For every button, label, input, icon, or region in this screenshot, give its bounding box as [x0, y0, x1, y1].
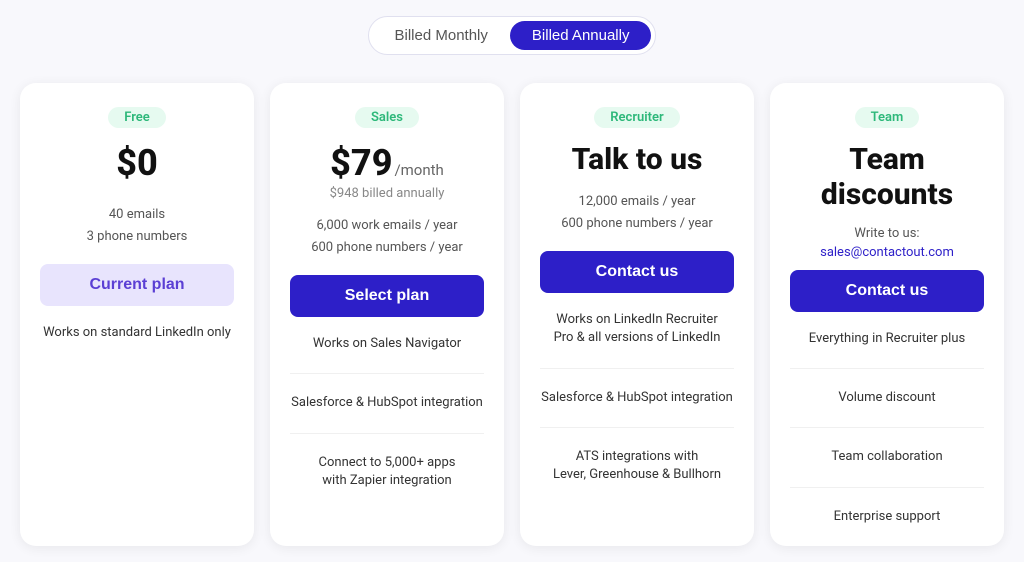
- feature-divider: [540, 427, 734, 428]
- plan-price-sales: $79/month: [330, 142, 444, 184]
- plan-limits-sales: 6,000 work emails / year600 phone number…: [311, 215, 463, 259]
- feature-divider: [540, 368, 734, 369]
- plan-badge-sales: Sales: [355, 107, 419, 128]
- plan-limits-free: 40 emails3 phone numbers: [87, 204, 188, 248]
- plan-features-team: Everything in Recruiter plus Volume disco…: [790, 330, 984, 526]
- plan-features-recruiter: Works on LinkedIn RecruiterPro & all ver…: [540, 311, 734, 484]
- contact-email-link[interactable]: sales@contactout.com: [820, 245, 954, 260]
- plan-feature-team-1: Volume discount: [790, 389, 984, 407]
- plan-features-free: Works on standard LinkedIn only: [40, 324, 234, 342]
- plan-button-sales[interactable]: Select plan: [290, 275, 484, 317]
- feature-divider: [790, 487, 984, 488]
- plan-features-sales: Works on Sales Navigator Salesforce & Hub…: [290, 335, 484, 490]
- feature-divider: [290, 373, 484, 374]
- plan-badge-recruiter: Recruiter: [594, 107, 679, 128]
- plan-card-team: Team Team discounts Write to us: sales@cont…: [770, 83, 1004, 546]
- plan-button-recruiter[interactable]: Contact us: [540, 251, 734, 293]
- plan-price-sub-sales: $948 billed annually: [330, 186, 445, 201]
- plan-badge-team: Team: [855, 107, 920, 128]
- plan-badge-free: Free: [108, 107, 166, 128]
- plan-feature-sales-1: Salesforce & HubSpot integration: [290, 394, 484, 412]
- billing-monthly-button[interactable]: Billed Monthly: [373, 21, 510, 50]
- feature-divider: [790, 368, 984, 369]
- plan-card-sales: Sales $79/month $948 billed annually 6,00…: [270, 83, 504, 546]
- plan-price-free: $0: [116, 142, 158, 184]
- plans-grid: Free $0 40 emails3 phone numbers Current …: [20, 83, 1004, 546]
- plan-card-free: Free $0 40 emails3 phone numbers Current …: [20, 83, 254, 546]
- plan-feature-team-2: Team collaboration: [790, 448, 984, 466]
- plan-card-recruiter: Recruiter Talk to us 12,000 emails / year6…: [520, 83, 754, 546]
- billing-annually-button[interactable]: Billed Annually: [510, 21, 652, 50]
- feature-divider: [290, 433, 484, 434]
- billing-toggle: Billed Monthly Billed Annually: [368, 16, 657, 55]
- plan-feature-free-0: Works on standard LinkedIn only: [40, 324, 234, 342]
- plan-feature-recruiter-2: ATS integrations withLever, Greenhouse &…: [540, 448, 734, 484]
- plan-feature-sales-2: Connect to 5,000+ appswith Zapier integr…: [290, 454, 484, 490]
- plan-price-talk-team: Team discounts: [790, 142, 984, 212]
- plan-feature-team-3: Enterprise support: [790, 508, 984, 526]
- plan-feature-recruiter-0: Works on LinkedIn RecruiterPro & all ver…: [540, 311, 734, 347]
- plan-feature-recruiter-1: Salesforce & HubSpot integration: [540, 389, 734, 407]
- plan-feature-team-0: Everything in Recruiter plus: [790, 330, 984, 348]
- write-us-label: Write to us:: [854, 226, 919, 241]
- plan-feature-sales-0: Works on Sales Navigator: [290, 335, 484, 353]
- plan-button-team[interactable]: Contact us: [790, 270, 984, 312]
- plan-price-talk-recruiter: Talk to us: [572, 142, 703, 177]
- plan-limits-recruiter: 12,000 emails / year600 phone numbers / …: [561, 191, 713, 235]
- feature-divider: [790, 427, 984, 428]
- plan-button-free[interactable]: Current plan: [40, 264, 234, 306]
